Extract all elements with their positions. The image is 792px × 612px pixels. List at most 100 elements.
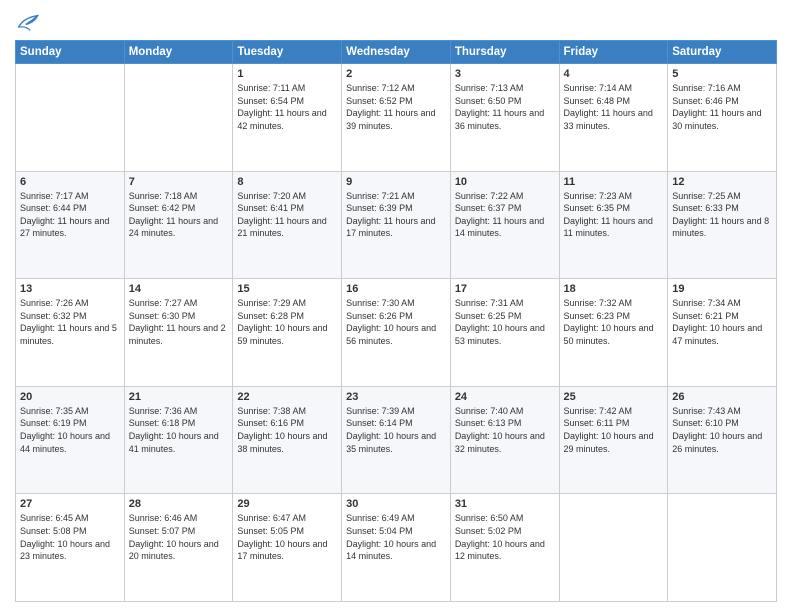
day-number: 31	[455, 498, 555, 510]
day-cell: 28 Sunrise: 6:46 AMSunset: 5:07 PMDayligh…	[124, 494, 233, 602]
day-info: Sunrise: 7:14 AMSunset: 6:48 PMDaylight:…	[564, 82, 664, 132]
day-number: 8	[237, 176, 337, 188]
day-cell: 9 Sunrise: 7:21 AMSunset: 6:39 PMDaylight…	[342, 171, 451, 279]
day-number: 30	[346, 498, 446, 510]
week-row-2: 6Sunrise: 7:17 AMSunset: 6:44 PMDaylight…	[16, 171, 777, 279]
day-cell: 21Sunrise: 7:36 AMSunset: 6:18 PMDayligh…	[124, 386, 233, 494]
day-number: 7	[129, 176, 229, 188]
day-number: 3	[455, 68, 555, 80]
day-cell: 5 Sunrise: 7:16 AMSunset: 6:46 PMDaylight…	[668, 64, 777, 172]
logo	[15, 10, 39, 32]
day-cell	[668, 494, 777, 602]
day-info: Sunrise: 7:40 AMSunset: 6:13 PMDaylight:…	[455, 405, 555, 455]
day-number: 5	[672, 68, 772, 80]
logo-bird-icon	[17, 14, 39, 32]
weekday-header-wednesday: Wednesday	[342, 41, 451, 64]
day-number: 18	[564, 283, 664, 295]
day-number: 25	[564, 391, 664, 403]
day-cell: 1 Sunrise: 7:11 AMSunset: 6:54 PMDaylight…	[233, 64, 342, 172]
day-cell: 7Sunrise: 7:18 AMSunset: 6:42 PMDaylight…	[124, 171, 233, 279]
day-info: Sunrise: 7:23 AMSunset: 6:35 PMDaylight:…	[564, 190, 664, 240]
day-cell: 19Sunrise: 7:34 AMSunset: 6:21 PMDayligh…	[668, 279, 777, 387]
day-info: Sunrise: 7:29 AMSunset: 6:28 PMDaylight:…	[237, 297, 337, 347]
day-cell: 29 Sunrise: 6:47 AMSunset: 5:05 PMDayligh…	[233, 494, 342, 602]
day-number: 1	[237, 68, 337, 80]
day-cell: 22 Sunrise: 7:38 AMSunset: 6:16 PMDayligh…	[233, 386, 342, 494]
day-number: 24	[455, 391, 555, 403]
day-info: Sunrise: 7:25 AMSunset: 6:33 PMDaylight:…	[672, 190, 772, 240]
day-info: Sunrise: 7:26 AMSunset: 6:32 PMDaylight:…	[20, 297, 120, 347]
day-number: 21	[129, 391, 229, 403]
day-cell	[16, 64, 125, 172]
day-info: Sunrise: 7:32 AMSunset: 6:23 PMDaylight:…	[564, 297, 664, 347]
day-number: 28	[129, 498, 229, 510]
day-cell: 6Sunrise: 7:17 AMSunset: 6:44 PMDaylight…	[16, 171, 125, 279]
day-cell: 20 Sunrise: 7:35 AMSunset: 6:19 PMDayligh…	[16, 386, 125, 494]
day-cell: 23Sunrise: 7:39 AMSunset: 6:14 PMDayligh…	[342, 386, 451, 494]
week-row-4: 20 Sunrise: 7:35 AMSunset: 6:19 PMDayligh…	[16, 386, 777, 494]
header	[15, 10, 777, 32]
day-cell: 24 Sunrise: 7:40 AMSunset: 6:13 PMDayligh…	[450, 386, 559, 494]
day-number: 15	[237, 283, 337, 295]
day-number: 11	[564, 176, 664, 188]
weekday-header-saturday: Saturday	[668, 41, 777, 64]
day-number: 17	[455, 283, 555, 295]
day-info: Sunrise: 6:47 AMSunset: 5:05 PMDaylight:…	[237, 512, 337, 562]
day-number: 29	[237, 498, 337, 510]
day-cell: 12 Sunrise: 7:25 AMSunset: 6:33 PMDayligh…	[668, 171, 777, 279]
day-number: 20	[20, 391, 120, 403]
calendar-table: SundayMondayTuesdayWednesdayThursdayFrid…	[15, 40, 777, 602]
day-cell: 18 Sunrise: 7:32 AMSunset: 6:23 PMDayligh…	[559, 279, 668, 387]
day-info: Sunrise: 7:12 AMSunset: 6:52 PMDaylight:…	[346, 82, 446, 132]
day-cell	[124, 64, 233, 172]
day-info: Sunrise: 7:31 AMSunset: 6:25 PMDaylight:…	[455, 297, 555, 347]
day-cell: 31 Sunrise: 6:50 AMSunset: 5:02 PMDayligh…	[450, 494, 559, 602]
day-info: Sunrise: 7:20 AMSunset: 6:41 PMDaylight:…	[237, 190, 337, 240]
weekday-header-monday: Monday	[124, 41, 233, 64]
week-row-3: 13 Sunrise: 7:26 AMSunset: 6:32 PMDayligh…	[16, 279, 777, 387]
day-cell	[559, 494, 668, 602]
day-info: Sunrise: 7:13 AMSunset: 6:50 PMDaylight:…	[455, 82, 555, 132]
page: SundayMondayTuesdayWednesdayThursdayFrid…	[0, 0, 792, 612]
day-cell: 13 Sunrise: 7:26 AMSunset: 6:32 PMDayligh…	[16, 279, 125, 387]
day-number: 9	[346, 176, 446, 188]
day-number: 19	[672, 283, 772, 295]
day-cell: 16 Sunrise: 7:30 AMSunset: 6:26 PMDayligh…	[342, 279, 451, 387]
day-cell: 17 Sunrise: 7:31 AMSunset: 6:25 PMDayligh…	[450, 279, 559, 387]
day-info: Sunrise: 7:21 AMSunset: 6:39 PMDaylight:…	[346, 190, 446, 240]
day-cell: 26Sunrise: 7:43 AMSunset: 6:10 PMDayligh…	[668, 386, 777, 494]
day-cell: 2 Sunrise: 7:12 AMSunset: 6:52 PMDaylight…	[342, 64, 451, 172]
day-cell: 11 Sunrise: 7:23 AMSunset: 6:35 PMDayligh…	[559, 171, 668, 279]
day-info: Sunrise: 7:16 AMSunset: 6:46 PMDaylight:…	[672, 82, 772, 132]
day-info: Sunrise: 6:46 AMSunset: 5:07 PMDaylight:…	[129, 512, 229, 562]
day-info: Sunrise: 7:42 AMSunset: 6:11 PMDaylight:…	[564, 405, 664, 455]
day-info: Sunrise: 6:45 AMSunset: 5:08 PMDaylight:…	[20, 512, 120, 562]
day-number: 2	[346, 68, 446, 80]
calendar-body: 1 Sunrise: 7:11 AMSunset: 6:54 PMDaylight…	[16, 64, 777, 602]
day-info: Sunrise: 6:50 AMSunset: 5:02 PMDaylight:…	[455, 512, 555, 562]
day-info: Sunrise: 7:35 AMSunset: 6:19 PMDaylight:…	[20, 405, 120, 455]
day-number: 12	[672, 176, 772, 188]
day-info: Sunrise: 7:38 AMSunset: 6:16 PMDaylight:…	[237, 405, 337, 455]
day-cell: 4Sunrise: 7:14 AMSunset: 6:48 PMDaylight…	[559, 64, 668, 172]
day-info: Sunrise: 7:30 AMSunset: 6:26 PMDaylight:…	[346, 297, 446, 347]
day-info: Sunrise: 7:22 AMSunset: 6:37 PMDaylight:…	[455, 190, 555, 240]
day-info: Sunrise: 7:11 AMSunset: 6:54 PMDaylight:…	[237, 82, 337, 132]
day-number: 16	[346, 283, 446, 295]
day-cell: 30Sunrise: 6:49 AMSunset: 5:04 PMDayligh…	[342, 494, 451, 602]
day-cell: 14 Sunrise: 7:27 AMSunset: 6:30 PMDayligh…	[124, 279, 233, 387]
weekday-header-sunday: Sunday	[16, 41, 125, 64]
day-number: 13	[20, 283, 120, 295]
day-number: 22	[237, 391, 337, 403]
day-info: Sunrise: 7:27 AMSunset: 6:30 PMDaylight:…	[129, 297, 229, 347]
logo-text	[15, 14, 39, 32]
day-cell: 8 Sunrise: 7:20 AMSunset: 6:41 PMDaylight…	[233, 171, 342, 279]
day-number: 10	[455, 176, 555, 188]
weekday-header-tuesday: Tuesday	[233, 41, 342, 64]
day-cell: 3 Sunrise: 7:13 AMSunset: 6:50 PMDaylight…	[450, 64, 559, 172]
weekday-header-row: SundayMondayTuesdayWednesdayThursdayFrid…	[16, 41, 777, 64]
day-number: 14	[129, 283, 229, 295]
day-number: 27	[20, 498, 120, 510]
day-number: 23	[346, 391, 446, 403]
day-info: Sunrise: 7:17 AMSunset: 6:44 PMDaylight:…	[20, 190, 120, 240]
